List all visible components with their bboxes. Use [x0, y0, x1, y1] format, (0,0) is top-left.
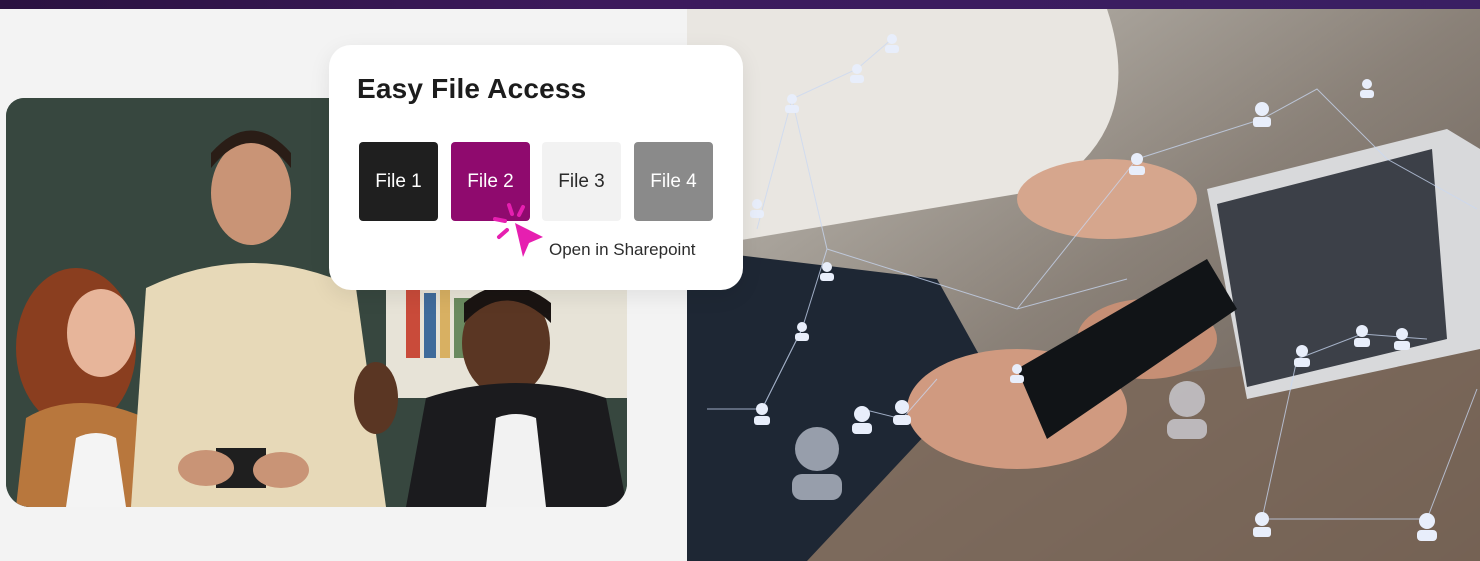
- card-title: Easy File Access: [357, 73, 587, 104]
- file-4-button[interactable]: File 4: [634, 142, 713, 221]
- open-in-sharepoint-link[interactable]: Open in Sharepoint: [549, 240, 696, 260]
- easy-file-access-card: Easy File Access File 1 File 2 File 3 Fi…: [329, 45, 743, 290]
- file-1-button[interactable]: File 1: [359, 142, 438, 221]
- network-laptop-photo: [687, 9, 1480, 561]
- top-accent-bar: [0, 0, 1480, 9]
